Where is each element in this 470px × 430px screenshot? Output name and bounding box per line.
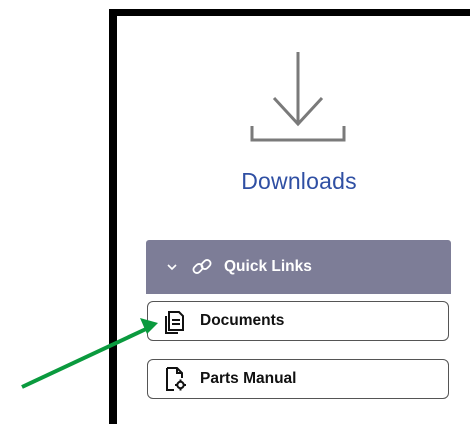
documents-label: Documents xyxy=(200,312,285,329)
parts-manual-label: Parts Manual xyxy=(200,370,297,387)
document-icon xyxy=(165,311,184,334)
link-icon xyxy=(192,259,212,274)
file-gear-icon xyxy=(166,367,186,391)
download-icon[interactable] xyxy=(244,46,352,150)
quick-links-header[interactable]: Quick Links xyxy=(146,240,451,294)
quick-links-title: Quick Links xyxy=(224,258,312,275)
chevron-down-icon[interactable] xyxy=(166,261,178,273)
parts-manual-button[interactable]: Parts Manual xyxy=(147,359,449,399)
documents-button[interactable]: Documents xyxy=(147,301,449,341)
downloads-link[interactable]: Downloads xyxy=(232,168,366,195)
screenshot-canvas: Downloads Quick Links Documents Parts Ma… xyxy=(0,0,470,430)
